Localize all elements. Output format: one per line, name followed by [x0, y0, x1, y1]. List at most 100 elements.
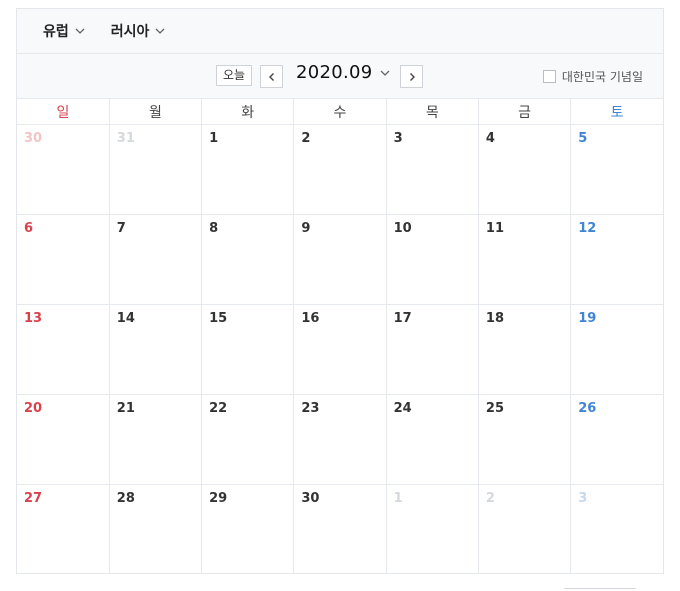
- day-cell[interactable]: 28: [109, 484, 203, 574]
- day-cell[interactable]: 5: [570, 124, 663, 215]
- day-cell[interactable]: 22: [201, 394, 295, 485]
- weekday-sat: 토: [570, 99, 663, 125]
- day-cell[interactable]: 15: [201, 304, 295, 395]
- day-cell[interactable]: 1: [201, 124, 295, 215]
- day-cell[interactable]: 18: [478, 304, 572, 395]
- day-cell[interactable]: 14: [109, 304, 203, 395]
- day-number: 3: [393, 131, 403, 146]
- chevron-right-icon: [409, 72, 415, 81]
- day-cell[interactable]: 3: [571, 485, 663, 575]
- day-cell[interactable]: 13: [17, 304, 110, 395]
- day-number: 26: [578, 401, 597, 416]
- day-number: 13: [24, 311, 43, 326]
- weekday-sun: 일: [17, 99, 110, 125]
- day-cell[interactable]: 17: [386, 304, 479, 395]
- day-cell[interactable]: 9: [293, 214, 387, 305]
- next-month-button[interactable]: [400, 65, 423, 88]
- day-cell[interactable]: 12: [570, 214, 663, 305]
- day-number: 25: [485, 401, 504, 416]
- chevron-down-icon: [155, 28, 165, 34]
- korea-holiday-toggle[interactable]: 대한민국 기념일: [542, 68, 643, 85]
- holiday-checkbox[interactable]: [542, 70, 556, 83]
- day-number: 1: [209, 131, 219, 146]
- day-number: 24: [393, 401, 412, 416]
- day-cell[interactable]: 3: [386, 124, 479, 215]
- week-row: 30 31 1 2 3 4 5: [17, 124, 663, 215]
- day-number: 11: [485, 221, 504, 236]
- day-cell[interactable]: 4: [478, 124, 572, 215]
- weekday-mon: 월: [109, 99, 203, 125]
- day-number: 28: [116, 491, 135, 506]
- region-dropdown[interactable]: 유럽: [43, 21, 85, 41]
- week-row: 20 21 22 23 24 25 26: [17, 394, 663, 485]
- chevron-left-icon: [268, 72, 274, 81]
- day-cell[interactable]: 21: [109, 394, 203, 485]
- weekday-header: 일 월 화 수 목 금 토: [17, 99, 663, 125]
- chevron-down-icon: [75, 28, 85, 34]
- day-number: 12: [578, 221, 597, 236]
- day-cell[interactable]: 20: [17, 394, 110, 485]
- day-cell[interactable]: 1: [386, 484, 479, 574]
- day-cell[interactable]: 26: [570, 394, 663, 485]
- day-number: 14: [116, 311, 135, 326]
- day-cell[interactable]: 10: [386, 214, 479, 305]
- day-number: 6: [24, 221, 34, 236]
- country-dropdown[interactable]: 러시아: [111, 21, 166, 41]
- calendar-grid: 일 월 화 수 목 금 토 30 31 1 2 3 4 5 6 7 8 9 10…: [17, 99, 663, 574]
- day-cell[interactable]: 23: [293, 394, 387, 485]
- calendar: 유럽 러시아 오늘 2020.09 대한민국 기념일 일 월 화 수 목 금 토…: [16, 8, 664, 574]
- day-cell[interactable]: 30: [17, 124, 110, 215]
- today-button[interactable]: 오늘: [216, 65, 253, 86]
- month-selector[interactable]: 2020.09: [296, 62, 390, 83]
- weekday-thu: 목: [386, 99, 479, 125]
- day-number: 23: [301, 401, 320, 416]
- month-navigation: 오늘 2020.09 대한민국 기념일: [17, 54, 663, 99]
- day-cell[interactable]: 8: [201, 214, 295, 305]
- day-number: 18: [485, 311, 504, 326]
- day-number: 22: [209, 401, 228, 416]
- weekday-fri: 금: [478, 99, 572, 125]
- day-number: 19: [578, 311, 597, 326]
- current-month: 2020.09: [296, 62, 373, 83]
- day-cell[interactable]: 25: [478, 394, 572, 485]
- day-number: 27: [24, 491, 43, 506]
- day-number: 9: [301, 221, 311, 236]
- day-cell[interactable]: 31: [109, 124, 203, 215]
- day-cell[interactable]: 27: [17, 484, 110, 574]
- holiday-label: 대한민국 기념일: [561, 70, 643, 84]
- day-number: 30: [24, 131, 43, 146]
- day-number: 7: [116, 221, 126, 236]
- day-cell[interactable]: 29: [201, 484, 295, 574]
- day-cell[interactable]: 2: [478, 484, 572, 574]
- day-number: 20: [24, 401, 43, 416]
- day-number: 4: [485, 131, 495, 146]
- day-number: 2: [485, 491, 495, 506]
- day-cell[interactable]: 30: [293, 484, 387, 574]
- day-number: 17: [393, 311, 412, 326]
- week-row: 6 7 8 9 10 11 12: [17, 214, 663, 305]
- day-cell[interactable]: 11: [478, 214, 572, 305]
- day-cell[interactable]: 7: [109, 214, 203, 305]
- country-label: 러시아: [110, 24, 150, 40]
- day-cell[interactable]: 2: [293, 124, 387, 215]
- day-number: 29: [209, 491, 228, 506]
- day-cell[interactable]: 24: [386, 394, 479, 485]
- day-number: 10: [393, 221, 412, 236]
- chevron-down-icon: [380, 70, 390, 76]
- day-number: 30: [301, 491, 320, 506]
- day-cell[interactable]: 19: [570, 304, 663, 395]
- day-number: 21: [116, 401, 135, 416]
- day-number: 31: [116, 131, 135, 146]
- day-cell[interactable]: 6: [17, 214, 110, 305]
- day-number: 16: [301, 311, 320, 326]
- day-cell[interactable]: 16: [293, 304, 387, 395]
- day-number: 8: [209, 221, 219, 236]
- week-row: 27 28 29 30 1 2 3: [17, 484, 663, 575]
- region-label: 유럽: [43, 24, 69, 40]
- weekday-wed: 수: [293, 99, 387, 125]
- prev-month-button[interactable]: [260, 65, 283, 88]
- weekday-tue: 화: [201, 99, 295, 125]
- location-bar: 유럽 러시아: [17, 9, 663, 54]
- day-number: 2: [301, 131, 311, 146]
- day-number: 5: [578, 131, 588, 146]
